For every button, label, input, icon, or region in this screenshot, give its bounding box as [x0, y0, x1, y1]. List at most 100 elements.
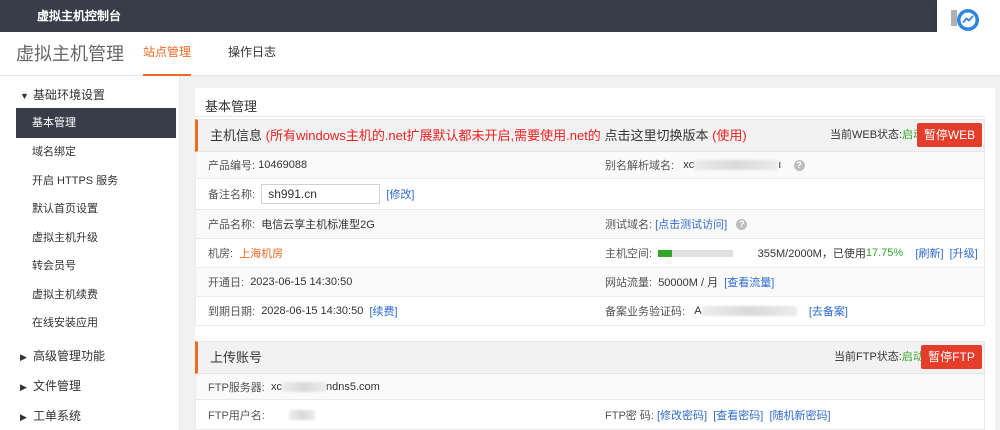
tab-site-management[interactable]: 站点管理: [143, 32, 192, 76]
icp-prefix: A: [694, 305, 702, 317]
icp-code-masked: [701, 306, 797, 316]
main-content: 基本管理 主机信息 (所有windows主机的.net扩展默认都未开启,需要使用…: [195, 88, 995, 430]
sidebar-item-install-apps[interactable]: 在线安装应用: [16, 308, 176, 338]
sidebar-group-label: 文件管理: [33, 379, 82, 393]
page-header: 虚拟主机管理 站点管理 操作日志: [0, 32, 1000, 76]
test-domain-label: 测试域名:: [605, 219, 653, 231]
sidebar-item-https[interactable]: 开启 HTTPS 服务: [16, 166, 176, 196]
room-label: 机房:: [208, 248, 234, 260]
alias-domain-label: 别名解析域名:: [605, 160, 675, 172]
sidebar-group-label: 高级管理功能: [33, 349, 106, 363]
icp-label: 备案业务验证码:: [605, 306, 686, 318]
product-id-label: 产品编号:: [208, 160, 256, 172]
traffic-value: 50000M / 月: [658, 277, 719, 289]
info-row: 产品名称: 电信云享主机标准型2G 测试域名: [点击测试访问] ?: [195, 210, 985, 239]
caret-right-icon: ▶: [20, 352, 27, 362]
ftp-server-label: FTP服务器:: [208, 381, 265, 394]
remark-label: 备注名称:: [208, 189, 256, 201]
expire-date-value: 2028-06-15 14:30:50: [261, 305, 364, 317]
caret-down-icon: ▼: [20, 91, 29, 101]
console-brand: 虚拟主机控制台: [37, 9, 122, 23]
space-percent: 17.75%: [865, 247, 904, 259]
ftp-user-label: FTP用户名:: [208, 409, 265, 422]
product-id-value: 10469088: [258, 159, 308, 171]
caret-right-icon: ▶: [20, 382, 27, 392]
ftp-user-masked: [289, 409, 316, 420]
sidebar-item-default-homepage[interactable]: 默认首页设置: [16, 194, 176, 224]
pause-web-button[interactable]: 暂停WEB: [917, 123, 982, 147]
product-name-value: 电信云享主机标准型2G: [261, 219, 375, 231]
product-name-label: 产品名称:: [208, 219, 256, 231]
sidebar-item-host-upgrade[interactable]: 虚拟主机升级: [16, 223, 176, 253]
info-row: FTP服务器: xc ndns5.com: [195, 374, 985, 400]
web-status: 当前WEB状态:启动: [830, 120, 924, 151]
notice-suffix: 使用): [716, 128, 747, 143]
notice-text: (所有windows主机的.net扩展默认都未开启,需要使用.net的: [265, 128, 601, 143]
sidebar-item-domain-binding[interactable]: 域名绑定: [16, 137, 176, 167]
ftp-status-label: 当前FTP状态:: [834, 351, 902, 363]
service-logo-icon: [957, 9, 979, 31]
top-bar: 虚拟主机控制台: [0, 0, 1000, 32]
room-value: 上海机房: [239, 248, 284, 260]
icp-link[interactable]: [去备案]: [809, 303, 848, 319]
sidebar-group-basic[interactable]: ▼ 基础环境设置: [20, 86, 105, 103]
ftp-status: 当前FTP状态:启动: [834, 342, 924, 373]
sidebar-item-host-renew[interactable]: 虚拟主机续费: [16, 280, 176, 310]
random-password-link[interactable]: [随机新密码]: [769, 407, 830, 423]
space-usage-fill: [658, 249, 672, 257]
web-status-label: 当前WEB状态:: [830, 129, 903, 141]
open-date-label: 开通日:: [208, 277, 245, 289]
info-row: FTP用户名: FTP密 码: [修改密码] [查看密码] [随机新密码]: [195, 400, 985, 430]
sidebar-item-transfer-member[interactable]: 转会员号: [16, 251, 176, 281]
sidebar-group-label: 基础环境设置: [33, 88, 106, 102]
section-title: 基本管理: [205, 99, 258, 114]
info-row: 产品编号: 10469088 别名解析域名: xc ı ?: [195, 152, 985, 179]
caret-right-icon: ▶: [20, 412, 27, 422]
traffic-label: 网站流量:: [605, 277, 653, 289]
space-refresh-link[interactable]: [刷新]: [915, 245, 943, 261]
change-password-link[interactable]: [修改密码]: [657, 407, 707, 423]
alias-domain-suffix: ı: [778, 159, 782, 171]
switch-version-link[interactable]: 点击这里切换版本: [604, 128, 708, 143]
remark-input[interactable]: sh991.cn: [261, 184, 381, 204]
host-info-title: 主机信息 (所有windows主机的.net扩展默认都未开启,需要使用.net的…: [210, 120, 747, 151]
page-title: 虚拟主机管理: [16, 44, 124, 64]
tab-operation-log[interactable]: 操作日志: [228, 32, 276, 76]
sidebar-group-tickets[interactable]: ▶ 工单系统: [20, 407, 81, 424]
sidebar-item-basic-management[interactable]: 基本管理: [16, 108, 176, 138]
pause-ftp-button[interactable]: 暂停FTP: [921, 345, 982, 369]
info-row: 开通日: 2023-06-15 14:30:50 网站流量: 50000M / …: [195, 268, 985, 297]
sidebar-group-label: 工单系统: [33, 409, 82, 423]
remark-edit-link[interactable]: [修改]: [386, 186, 414, 202]
space-text: 355M/2000M，已使用: [757, 248, 866, 260]
ftp-server-prefix: xc: [270, 380, 282, 393]
open-date-value: 2023-06-15 14:30:50: [250, 276, 353, 288]
help-icon[interactable]: ?: [793, 159, 805, 171]
view-password-link[interactable]: [查看密码]: [713, 407, 763, 423]
help-icon[interactable]: ?: [736, 218, 748, 230]
sidebar-group-files[interactable]: ▶ 文件管理: [20, 377, 81, 394]
expire-date-label: 到期日期:: [208, 306, 256, 318]
sidebar-group-advanced[interactable]: ▶ 高级管理功能: [20, 347, 105, 364]
ftp-header: 上传账号 当前FTP状态:启动 暂停FTP: [195, 341, 985, 374]
space-label: 主机空间:: [605, 248, 653, 260]
host-info-header: 主机信息 (所有windows主机的.net扩展默认都未开启,需要使用.net的…: [195, 119, 985, 152]
info-row: 备注名称: sh991.cn [修改]: [195, 179, 985, 210]
renew-link[interactable]: [续费]: [369, 303, 397, 319]
section-divider: [195, 116, 985, 117]
traffic-link[interactable]: [查看流量]: [724, 274, 774, 290]
alias-domain-prefix: xc: [683, 159, 695, 171]
space-usage-bar: [658, 249, 734, 257]
ftp-server-suffix: ndns5.com: [325, 380, 380, 393]
ftp-server-masked: [281, 381, 326, 392]
sidebar: ▼ 基础环境设置 基本管理 域名绑定 开启 HTTPS 服务 默认首页设置 虚拟主…: [0, 76, 180, 430]
dotnet-notice: (所有windows主机的.net扩展默认都未开启,需要使用.net的 点击这里…: [266, 128, 747, 143]
test-domain-link[interactable]: [点击测试访问]: [655, 216, 727, 232]
alias-domain-masked: [694, 160, 779, 170]
ftp-password-label: FTP密 码:: [605, 409, 654, 422]
ftp-title: 上传账号: [210, 350, 263, 365]
space-upgrade-link[interactable]: [升级]: [950, 245, 978, 261]
info-row: 机房: 上海机房 主机空间: 355M/2000M，已使用 17.75% [刷新]…: [195, 239, 985, 268]
host-info-label: 主机信息: [210, 128, 263, 143]
info-row: 到期日期: 2028-06-15 14:30:50 [续费] 备案业务验证码: …: [195, 297, 985, 326]
